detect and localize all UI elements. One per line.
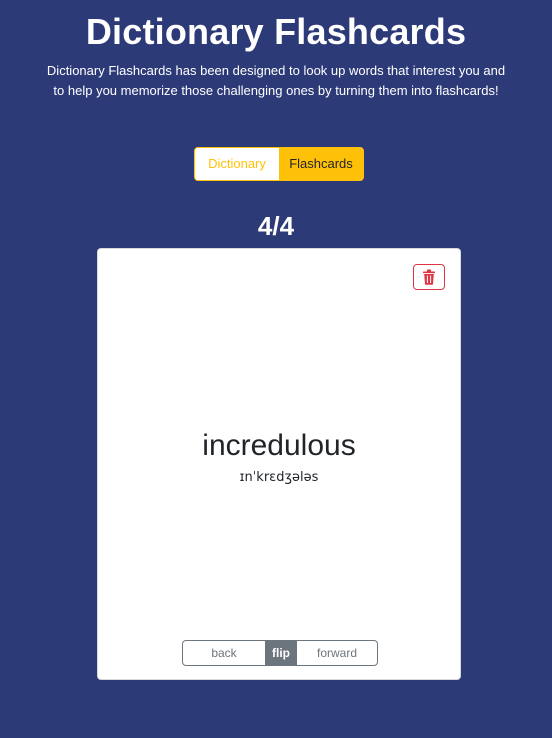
flashcards-tab[interactable]: Flashcards	[279, 148, 363, 180]
page-title: Dictionary Flashcards	[85, 11, 467, 52]
back-button[interactable]: back	[183, 641, 265, 665]
page-description: Dictionary Flashcards has been designed …	[46, 63, 506, 98]
forward-button[interactable]: forward	[297, 641, 377, 665]
mode-toggle: Dictionary Flashcards	[194, 147, 364, 181]
card-navigation: back flip forward	[182, 640, 378, 666]
card-counter: 4/4	[257, 211, 295, 241]
flashcard-phonetic: ɪnˈkrɛdʒələs	[239, 470, 319, 485]
trash-icon	[423, 269, 435, 285]
delete-button[interactable]	[413, 264, 445, 290]
flashcard[interactable]: incredulous ɪnˈkrɛdʒələs back flip forwa…	[97, 248, 461, 680]
flip-button[interactable]: flip	[265, 641, 297, 665]
flashcard-word: incredulous	[202, 429, 356, 462]
dictionary-tab[interactable]: Dictionary	[195, 148, 279, 180]
